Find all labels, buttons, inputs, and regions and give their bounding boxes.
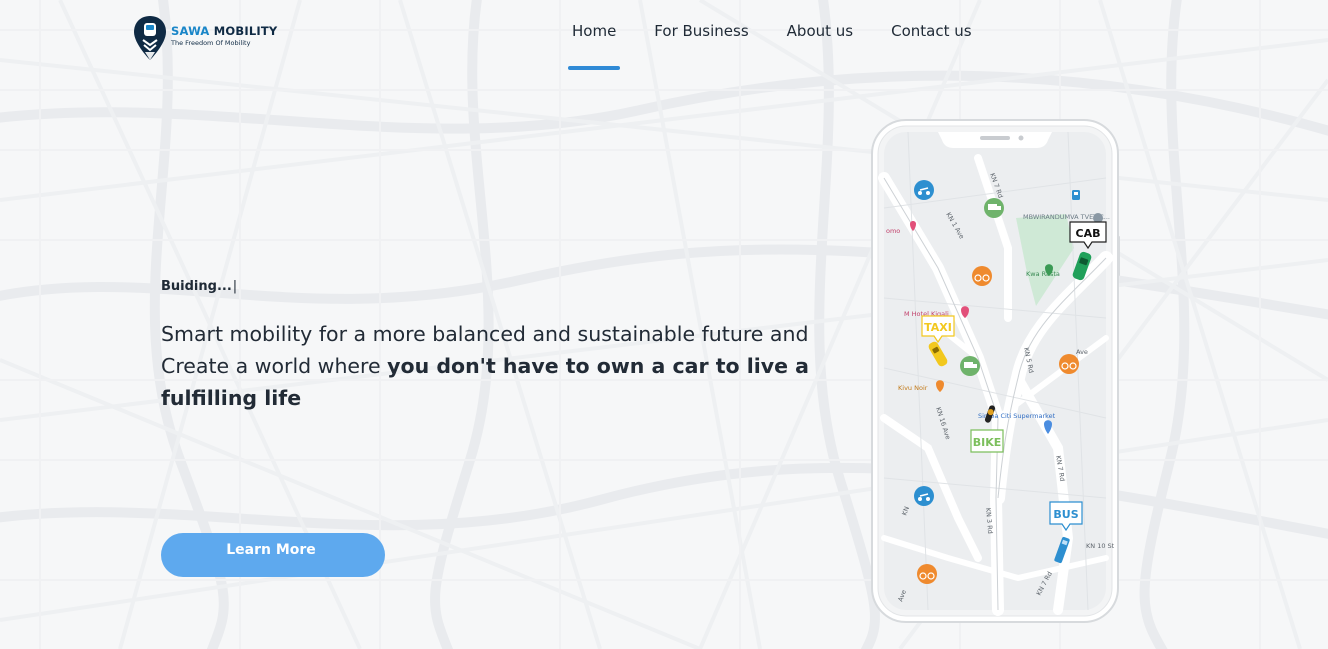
- bicycle-poi-icon-2: [1059, 354, 1079, 374]
- bike-label: BIKE: [973, 436, 1002, 449]
- headline-line-1: Smart mobility for a more balanced and s…: [161, 322, 809, 346]
- headline-line-2-bold: you don't have to own a car to live a: [387, 354, 810, 378]
- nav-contact-us[interactable]: Contact us: [891, 22, 971, 70]
- phone-mockup: KN 7 Rd KN 1 Ave KN 5 Rd KN 16 Ave KN 3 …: [868, 118, 1122, 624]
- scooter-poi-icon-2: [914, 486, 934, 506]
- cab-label: CAB: [1076, 227, 1101, 240]
- place-label-kwa-rasta: Kwa Rasta: [1026, 270, 1060, 278]
- place-label-kivu-noir: Kivu Noir: [898, 384, 928, 392]
- hero-headline: Smart mobility for a more balanced and s…: [161, 318, 821, 414]
- nav-home[interactable]: Home: [567, 22, 621, 70]
- nav-about-us[interactable]: About us: [787, 22, 853, 70]
- truck-poi-icon-2: [960, 356, 980, 376]
- phone-illustration: KN 7 Rd KN 1 Ave KN 5 Rd KN 16 Ave KN 3 …: [871, 119, 1120, 623]
- learn-more-label: Learn More: [226, 542, 316, 558]
- brand-name: SAWA MOBILITY: [171, 24, 278, 38]
- location-pin-logo-icon: [134, 16, 166, 60]
- brand-tagline: The Freedom Of Mobility: [171, 39, 251, 47]
- scooter-poi-icon: [914, 180, 934, 200]
- typing-text-value: Buiding...: [161, 279, 232, 294]
- bicycle-poi-icon-3: [917, 564, 937, 584]
- bus-stop-poi-icon: [1072, 190, 1080, 200]
- main-navigation: Home For Business About us Contact us: [560, 22, 972, 70]
- place-label-omo: omo: [886, 227, 900, 235]
- brand-logo[interactable]: SAWA MOBILITY The Freedom Of Mobility: [132, 14, 302, 64]
- headline-line-2-plain: Create a world where: [161, 354, 388, 378]
- bus-label: BUS: [1053, 508, 1078, 521]
- street-label-kn10st: KN 10 St: [1086, 542, 1115, 550]
- typing-text: Buiding...|: [161, 279, 237, 294]
- typing-caret: |: [232, 279, 238, 294]
- learn-more-button[interactable]: Learn More: [161, 533, 385, 577]
- headline-line-3-bold: fulfilling life: [161, 386, 302, 410]
- truck-poi-icon: [984, 198, 1004, 218]
- street-label-ave-right: Ave: [1076, 348, 1088, 356]
- taxi-label: TAXI: [924, 321, 952, 334]
- nav-for-business[interactable]: For Business: [654, 22, 748, 70]
- bicycle-poi-icon: [972, 266, 992, 286]
